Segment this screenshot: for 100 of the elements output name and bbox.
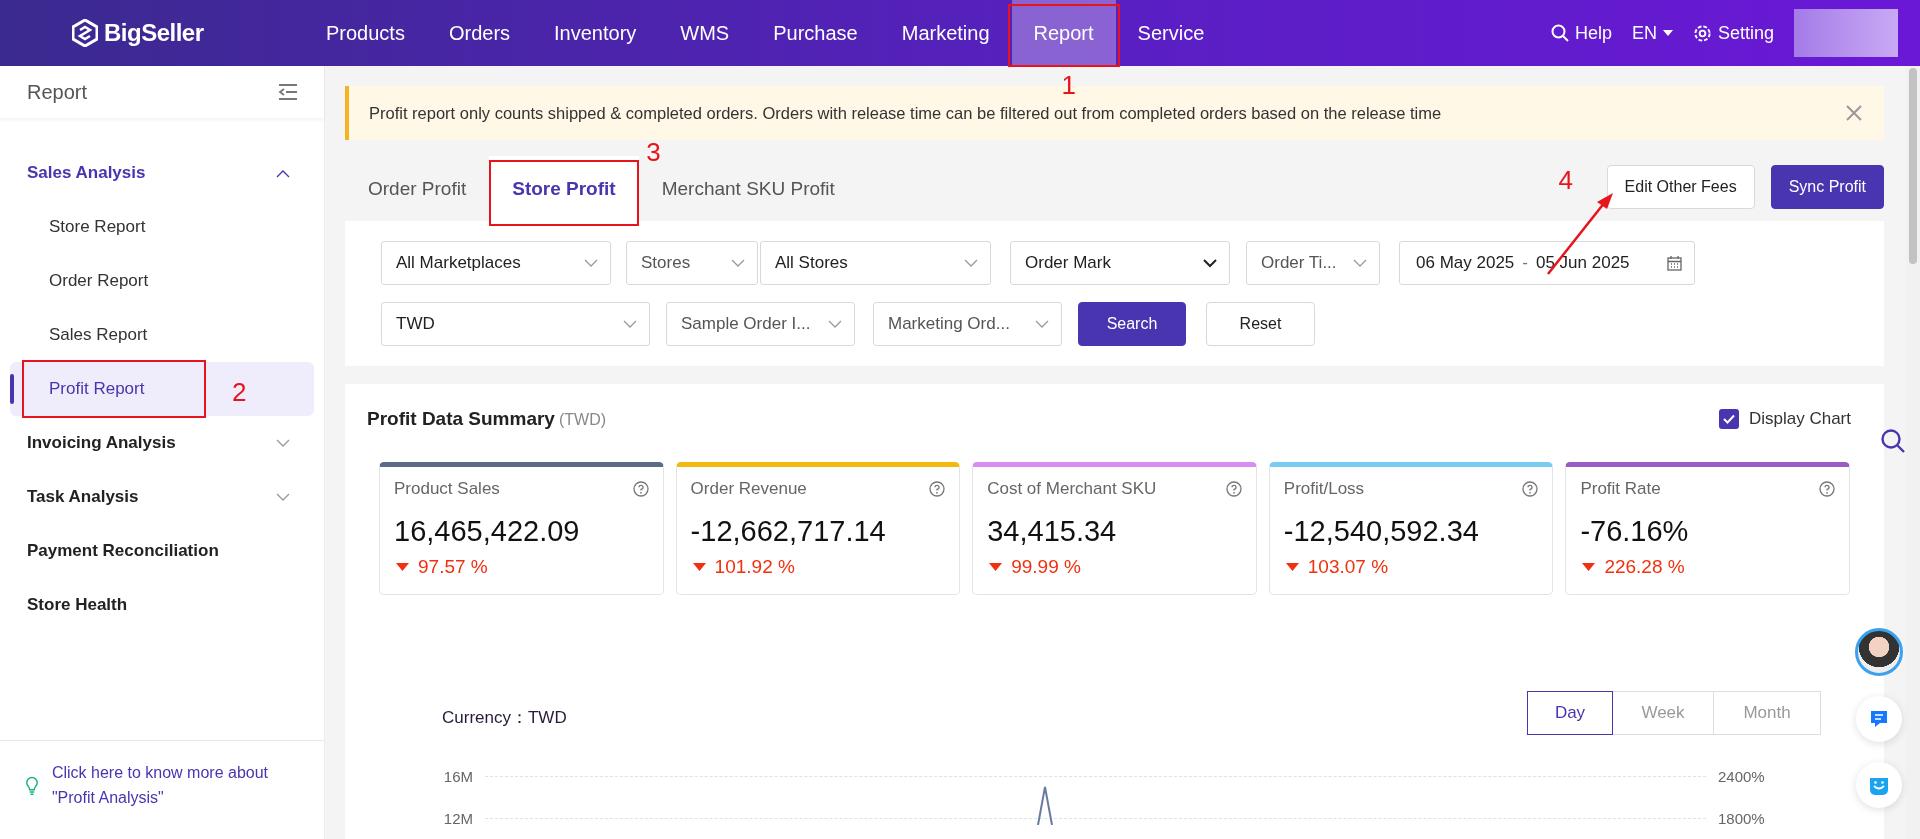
down-triangle-icon: [989, 563, 1003, 571]
metric-label: Product Sales: [394, 479, 500, 499]
currency-label: Currency：TWD: [442, 707, 567, 729]
sidebar-item[interactable]: Sales Report: [10, 308, 314, 362]
currency-unit: (TWD): [558, 411, 607, 429]
select-field[interactable]: Sample Order I...: [666, 302, 855, 346]
language-selector[interactable]: EN: [1631, 22, 1673, 44]
search-button[interactable]: Search: [1078, 302, 1186, 346]
chevron-icon: [276, 492, 290, 502]
chevron-icon: [731, 258, 745, 268]
select-field[interactable]: Marketing Ord...: [873, 302, 1062, 346]
help-icon[interactable]: [1522, 481, 1539, 497]
help-link[interactable]: Click here to know more about "Profit Analysis": [51, 761, 300, 811]
sidebar-group[interactable]: Payment Reconciliation: [10, 524, 314, 578]
axis-tick-label: 1800%: [1718, 809, 1766, 827]
scrollbar[interactable]: [1906, 66, 1920, 839]
metric-value: 16,465,422.09: [394, 515, 581, 548]
sync-button[interactable]: Sync Profit: [1770, 164, 1884, 209]
metric-label: Order Revenue: [690, 479, 807, 499]
nav-menu-item[interactable]: Inventory: [532, 0, 659, 66]
metric-change: 99.99 %: [1011, 556, 1081, 578]
nav-menu-item[interactable]: Marketing: [879, 0, 1012, 66]
settings-link[interactable]: Setting: [1692, 22, 1774, 44]
metric-value: -76.16%: [1580, 515, 1690, 548]
banner-text: Profit report only counts shipped & completed orders. Orders with release time can be filtered out from completed orders based on the release time: [369, 103, 1442, 123]
chart-line: [1037, 785, 1053, 825]
metric-value: 34,415.34: [987, 515, 1118, 548]
annotation-number: 2: [232, 379, 247, 405]
collapse-icon[interactable]: [278, 84, 298, 100]
help-link[interactable]: Help: [1550, 22, 1612, 44]
select-field[interactable]: All Stores: [760, 241, 991, 285]
section-title: Profit Data Summary: [367, 408, 555, 430]
axis-tick-label: 12M: [442, 809, 473, 827]
nav-menu-item[interactable]: Orders: [426, 0, 533, 66]
chevron-icon: [1203, 258, 1217, 268]
chevron-icon: [276, 438, 290, 448]
nav-menu-item[interactable]: Products: [304, 0, 427, 66]
nav-menu-item[interactable]: Service: [1115, 0, 1227, 66]
tab[interactable]: Order Profit: [345, 156, 490, 221]
metric-value: -12,540,592.34: [1283, 515, 1480, 548]
tab[interactable]: Store Profit: [489, 156, 639, 221]
sidebar-group[interactable]: Sales Analysis: [10, 146, 314, 200]
period-toggle[interactable]: Day: [1527, 691, 1613, 735]
select-field[interactable]: Order Ti...: [1246, 241, 1380, 285]
display-chart-checkbox[interactable]: Display Chart: [1718, 409, 1851, 429]
annotation-number: 1: [1061, 72, 1076, 98]
sidebar-group[interactable]: Store Health: [10, 578, 314, 632]
caret-icon: [1662, 30, 1673, 36]
nav-menu-item[interactable]: Purchase: [751, 0, 880, 66]
annotation-number: 3: [646, 139, 661, 165]
brand-name: BigSeller: [104, 19, 204, 47]
metric-value: -12,662,717.14: [690, 515, 887, 548]
search-icon[interactable]: [1880, 428, 1906, 454]
settings-icon: [1692, 23, 1712, 43]
help-icon[interactable]: [929, 481, 946, 497]
sidebar-item[interactable]: Store Report: [10, 200, 314, 254]
chevron-icon: [1035, 319, 1049, 329]
down-triangle-icon: [692, 563, 706, 571]
metric-change: 97.57 %: [418, 556, 488, 578]
chevron-icon: [584, 258, 598, 268]
date-range-field[interactable]: 06 May 2025 - 05 Jun 2025: [1399, 241, 1695, 285]
down-triangle-icon: [396, 563, 409, 571]
metric-label: Profit Rate: [1580, 479, 1661, 499]
chat-icon: [1869, 709, 1889, 729]
reset-button[interactable]: Reset: [1206, 302, 1315, 346]
chevron-icon: [964, 258, 978, 268]
sidebar-group[interactable]: Task Analysis: [10, 470, 314, 524]
metric-label: Profit/Loss: [1283, 479, 1365, 499]
search-icon: [1550, 24, 1569, 42]
nav-menu-item[interactable]: WMS: [658, 0, 752, 66]
axis-tick-label: 16M: [442, 767, 473, 785]
sidebar-item[interactable]: Order Report: [10, 254, 314, 308]
calendar-icon: [1667, 255, 1682, 271]
sidebar-group[interactable]: Invoicing Analysis: [10, 416, 314, 470]
edit-button[interactable]: Edit Other Fees: [1606, 164, 1755, 209]
nav-menu-item[interactable]: Report: [1011, 0, 1116, 66]
annotation-number: 4: [1558, 166, 1574, 193]
select-field[interactable]: TWD: [381, 302, 650, 346]
select-field[interactable]: All Marketplaces: [381, 241, 611, 285]
metric-label: Cost of Merchant SKU: [987, 479, 1157, 499]
down-triangle-icon: [1582, 563, 1596, 571]
close-icon[interactable]: [1846, 105, 1862, 121]
metric-change: 226.28 %: [1604, 556, 1685, 578]
brand-logo-icon: [72, 19, 98, 47]
chevron-icon: [1353, 258, 1367, 268]
help-icon[interactable]: [1225, 481, 1242, 497]
metric-change: 101.92 %: [714, 556, 795, 578]
sidebar-title: Report: [27, 80, 88, 104]
checkbox[interactable]: [1718, 409, 1739, 429]
metric-change: 103.07 %: [1307, 556, 1389, 578]
down-triangle-icon: [1285, 563, 1299, 571]
help-icon[interactable]: [632, 481, 649, 497]
help-icon[interactable]: [1819, 481, 1835, 497]
chevron-icon: [623, 319, 637, 329]
axis-tick-label: 2400%: [1718, 767, 1766, 785]
select-field[interactable]: Stores: [626, 241, 758, 285]
checkmark-icon: [1722, 414, 1735, 424]
chevron-icon: [828, 319, 842, 329]
select-field[interactable]: Order Mark: [1010, 241, 1230, 285]
chevron-icon: [276, 168, 290, 178]
